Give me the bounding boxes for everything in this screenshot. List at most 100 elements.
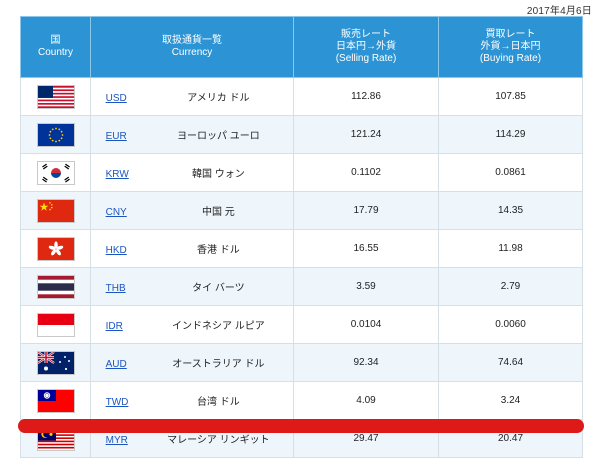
- buying-rate-cell: 3.24: [438, 381, 583, 420]
- currency-name: インドネシア ルピア: [172, 321, 265, 332]
- selling-rate-cell: 92.34: [293, 343, 439, 382]
- currency-code-link[interactable]: AUD: [106, 359, 146, 370]
- buying-rate-cell: 114.29: [438, 115, 583, 154]
- buying-header-en: (Buying Rate): [479, 53, 542, 64]
- currency-code-link[interactable]: KRW: [106, 169, 146, 180]
- currency-cell: EUR ヨーロッパ ユーロ: [90, 115, 294, 154]
- flag-cell: [20, 381, 91, 420]
- country-column-header: 国 Country: [20, 16, 91, 78]
- flag-cell: [20, 267, 91, 306]
- eur-link[interactable]: EUR: [106, 131, 127, 142]
- usd-link[interactable]: USD: [106, 93, 127, 104]
- currency-code-link[interactable]: THB: [106, 283, 146, 294]
- table-row: AUD オーストラリア ドル 92.34 74.64: [20, 343, 583, 382]
- currency-header-en: Currency: [171, 47, 213, 58]
- currency-cell: IDR インドネシア ルピア: [90, 305, 294, 344]
- krw-link[interactable]: KRW: [106, 169, 129, 180]
- currency-cell: HKD 香港 ドル: [90, 229, 294, 268]
- selling-rate-cell: 0.1102: [293, 153, 439, 192]
- buying-header-title: 買取レート: [485, 29, 536, 40]
- buying-rate-cell: 0.0060: [438, 305, 583, 344]
- myr-link[interactable]: MYR: [106, 435, 128, 446]
- currency-name: 韓国 ウォン: [192, 169, 245, 180]
- thailand-flag-icon: [37, 275, 74, 298]
- usa-flag-icon: [37, 85, 74, 108]
- currency-name: オーストラリア ドル: [172, 359, 265, 370]
- selling-rate-cell: 17.79: [293, 191, 439, 230]
- flag-cell: [20, 77, 91, 116]
- cny-link[interactable]: CNY: [106, 207, 127, 218]
- hkd-link[interactable]: HKD: [106, 245, 127, 256]
- flag-cell: [20, 115, 91, 154]
- currency-cell: KRW 韓国 ウォン: [90, 153, 294, 192]
- indonesia-flag-icon: [37, 313, 74, 336]
- currency-cell: CNY 中国 元: [90, 191, 294, 230]
- currency-header-ja: 取扱通貨一覧: [162, 35, 222, 46]
- china-flag-icon: [37, 199, 74, 222]
- korea-flag-icon: [37, 161, 74, 184]
- currency-code-link[interactable]: TWD: [106, 397, 146, 408]
- australia-flag-icon: [37, 351, 74, 374]
- twd-link[interactable]: TWD: [106, 397, 129, 408]
- currency-name: ヨーロッパ ユーロ: [177, 131, 260, 142]
- eu-flag-icon: [37, 123, 74, 146]
- selling-header-direction: 日本円→外貨: [336, 41, 396, 52]
- table-row: EUR ヨーロッパ ユーロ 121.24 114.29: [20, 115, 583, 154]
- currency-code-link[interactable]: HKD: [106, 245, 146, 256]
- selling-rate-cell: 121.24: [293, 115, 439, 154]
- currency-code-link[interactable]: MYR: [106, 435, 146, 446]
- exchange-rate-table: 国 Country 取扱通貨一覧 Currency 販売レート 日本円→外貨 (…: [20, 16, 583, 458]
- currency-cell: TWD 台湾 ドル: [90, 381, 294, 420]
- selling-rate-column-header: 販売レート 日本円→外貨 (Selling Rate): [293, 16, 439, 78]
- currency-code-link[interactable]: CNY: [106, 207, 146, 218]
- currency-name: マレーシア リンギット: [167, 435, 270, 446]
- currency-code-link[interactable]: EUR: [106, 131, 146, 142]
- date-label: 2017年4月6日: [526, 6, 592, 17]
- currency-column-header: 取扱通貨一覧 Currency: [90, 16, 294, 78]
- selling-rate-cell: 16.55: [293, 229, 439, 268]
- buying-rate-cell: 14.35: [438, 191, 583, 230]
- currency-name: タイ バーツ: [192, 283, 245, 294]
- currency-cell: THB タイ バーツ: [90, 267, 294, 306]
- table-row: CNY 中国 元 17.79 14.35: [20, 191, 583, 230]
- idr-link[interactable]: IDR: [106, 321, 123, 332]
- selling-rate-cell: 112.86: [293, 77, 439, 116]
- red-strikethrough-mark: [18, 419, 584, 433]
- buying-rate-cell: 2.79: [438, 267, 583, 306]
- flag-cell: [20, 343, 91, 382]
- country-header-ja: 国: [50, 35, 61, 46]
- buying-rate-column-header: 買取レート 外貨→日本円 (Buying Rate): [438, 16, 583, 78]
- hongkong-flag-icon: [37, 237, 74, 260]
- currency-name: 香港 ドル: [197, 245, 240, 256]
- currency-code-link[interactable]: IDR: [106, 321, 146, 332]
- country-header-en: Country: [37, 47, 73, 58]
- currency-cell: USD アメリカ ドル: [90, 77, 294, 116]
- flag-cell: [20, 153, 91, 192]
- currency-cell: AUD オーストラリア ドル: [90, 343, 294, 382]
- flag-cell: [20, 305, 91, 344]
- selling-rate-cell: 3.59: [293, 267, 439, 306]
- table-row: IDR インドネシア ルピア 0.0104 0.0060: [20, 305, 583, 344]
- currency-name: 台湾 ドル: [197, 397, 240, 408]
- thb-link[interactable]: THB: [106, 283, 126, 294]
- flag-cell: [20, 191, 91, 230]
- buying-rate-cell: 0.0861: [438, 153, 583, 192]
- buying-rate-cell: 107.85: [438, 77, 583, 116]
- aud-link[interactable]: AUD: [106, 359, 127, 370]
- currency-code-link[interactable]: USD: [106, 93, 146, 104]
- selling-header-en: (Selling Rate): [335, 53, 397, 64]
- table-header-row: 国 Country 取扱通貨一覧 Currency 販売レート 日本円→外貨 (…: [20, 16, 583, 78]
- currency-name: アメリカ ドル: [187, 93, 250, 104]
- taiwan-flag-icon: [37, 389, 74, 412]
- table-row: HKD 香港 ドル 16.55 11.98: [20, 229, 583, 268]
- buying-rate-cell: 11.98: [438, 229, 583, 268]
- table-row: KRW 韓国 ウォン 0.1102 0.0861: [20, 153, 583, 192]
- buying-header-direction: 外貨→日本円: [480, 41, 541, 52]
- flag-cell: [20, 229, 91, 268]
- selling-header-title: 販売レート: [341, 29, 391, 40]
- table-row: THB タイ バーツ 3.59 2.79: [20, 267, 583, 306]
- selling-rate-cell: 0.0104: [293, 305, 439, 344]
- selling-rate-cell: 4.09: [293, 381, 439, 420]
- currency-name: 中国 元: [202, 207, 235, 218]
- table-row: USD アメリカ ドル 112.86 107.85: [20, 77, 583, 116]
